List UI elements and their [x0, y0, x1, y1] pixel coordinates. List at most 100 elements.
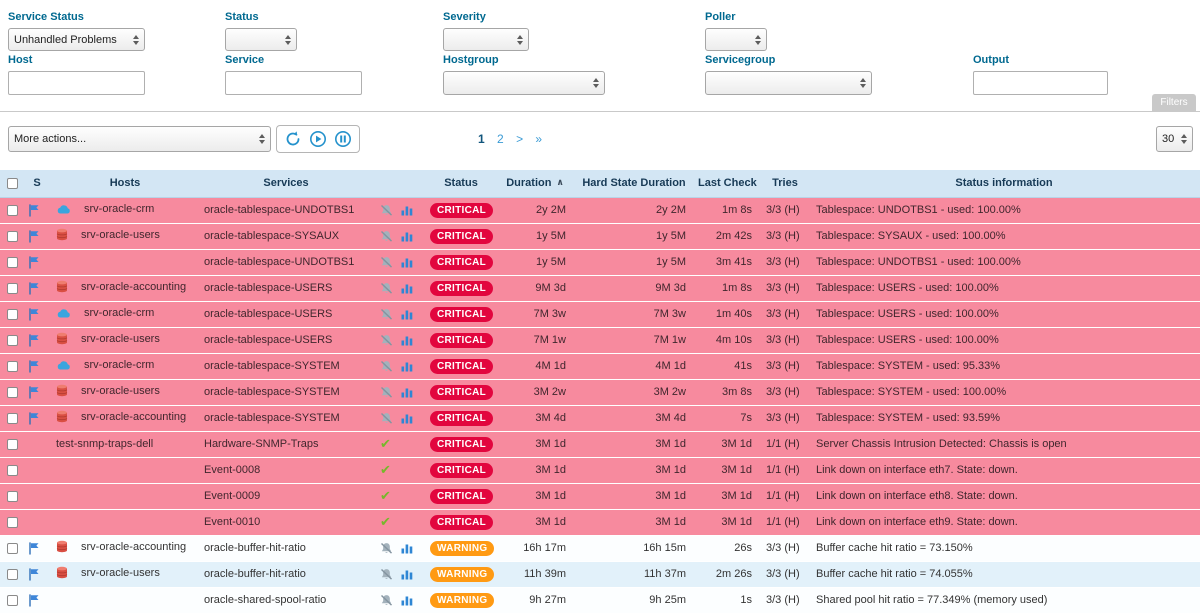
status-select[interactable] [225, 28, 297, 51]
host-link[interactable]: srv-oracle-users [81, 333, 160, 345]
chart-icon [401, 230, 413, 242]
select-all-checkbox[interactable] [7, 178, 18, 189]
poller-select[interactable] [705, 28, 767, 51]
row-checkbox[interactable] [7, 231, 18, 242]
service-link[interactable]: oracle-tablespace-USERS [204, 282, 332, 294]
filters-button[interactable]: Filters [1152, 94, 1196, 111]
host-link[interactable]: srv-oracle-accounting [81, 281, 186, 293]
host-link[interactable]: srv-oracle-crm [84, 203, 154, 215]
service-link[interactable]: oracle-tablespace-UNDOTBS1 [204, 204, 354, 216]
pagination-next[interactable]: > [516, 132, 523, 146]
last-check-cell: 41s [694, 353, 760, 379]
row-checkbox[interactable] [7, 543, 18, 554]
host-link[interactable]: srv-oracle-users [81, 385, 160, 397]
pause-icon[interactable] [334, 130, 352, 148]
row-checkbox[interactable] [7, 283, 18, 294]
table-row: srv-oracle-accounting oracle-buffer-hit-r… [0, 535, 1200, 561]
service-link[interactable]: oracle-buffer-hit-ratio [204, 542, 306, 554]
service-link[interactable]: Event-0008 [204, 464, 260, 476]
page-size-select[interactable]: 30 [1156, 126, 1193, 152]
cloud-icon [56, 360, 71, 370]
col-s[interactable]: S [24, 170, 50, 197]
service-link[interactable]: oracle-tablespace-SYSTEM [204, 412, 340, 424]
service-link[interactable]: oracle-buffer-hit-ratio [204, 568, 306, 580]
service-link[interactable]: oracle-tablespace-USERS [204, 308, 332, 320]
row-checkbox[interactable] [7, 491, 18, 502]
duration-cell: 1y 5M [496, 223, 574, 249]
pagination-page-1[interactable]: 1 [478, 132, 485, 146]
col-status[interactable]: Status [426, 170, 496, 197]
flag-icon [28, 412, 40, 425]
more-actions-select[interactable]: More actions... [8, 126, 271, 152]
service-status-label: Service Status [8, 11, 84, 23]
chart-icon [401, 594, 413, 606]
host-input[interactable] [8, 71, 145, 95]
hard-state-duration-cell: 3M 1d [574, 483, 694, 509]
bell-muted-icon [380, 542, 393, 555]
status-badge: CRITICAL [430, 515, 493, 530]
row-checkbox[interactable] [7, 257, 18, 268]
row-checkbox[interactable] [7, 517, 18, 528]
hard-state-duration-cell: 7M 3w [574, 301, 694, 327]
duration-cell: 7M 3w [496, 301, 574, 327]
row-checkbox[interactable] [7, 439, 18, 450]
host-link[interactable]: srv-oracle-users [81, 229, 160, 241]
col-services[interactable]: Services [200, 170, 372, 197]
service-link[interactable]: oracle-tablespace-SYSTEM [204, 360, 340, 372]
row-checkbox[interactable] [7, 335, 18, 346]
service-link[interactable]: Event-0010 [204, 516, 260, 528]
chart-icon [401, 568, 413, 580]
service-link[interactable]: oracle-tablespace-SYSTEM [204, 386, 340, 398]
last-check-cell: 1m 40s [694, 301, 760, 327]
host-link[interactable]: test-snmp-traps-dell [56, 438, 153, 450]
pagination-page-2[interactable]: 2 [497, 132, 504, 146]
col-last-check[interactable]: Last Check [694, 170, 760, 197]
chart-icon [401, 282, 413, 294]
tries-cell: 1/1 (H) [760, 457, 808, 483]
service-link[interactable]: oracle-tablespace-USERS [204, 334, 332, 346]
row-checkbox[interactable] [7, 595, 18, 606]
refresh-icon[interactable] [284, 130, 302, 148]
host-label: Host [8, 54, 32, 66]
service-link[interactable]: Hardware-SNMP-Traps [204, 438, 319, 450]
row-checkbox[interactable] [7, 465, 18, 476]
host-link[interactable]: srv-oracle-accounting [81, 541, 186, 553]
host-link[interactable]: srv-oracle-users [81, 567, 160, 579]
host-link[interactable]: srv-oracle-accounting [81, 411, 186, 423]
duration-cell: 3M 1d [496, 483, 574, 509]
host-link[interactable]: srv-oracle-crm [84, 307, 154, 319]
row-checkbox[interactable] [7, 361, 18, 372]
col-status-information[interactable]: Status information [808, 170, 1200, 197]
row-checkbox[interactable] [7, 205, 18, 216]
output-input[interactable] [973, 71, 1108, 95]
service-link[interactable]: oracle-shared-spool-ratio [204, 594, 326, 606]
service-link[interactable]: oracle-tablespace-UNDOTBS1 [204, 256, 354, 268]
service-link[interactable]: oracle-tablespace-SYSAUX [204, 230, 339, 242]
more-actions-value: More actions... [14, 133, 86, 145]
row-checkbox[interactable] [7, 309, 18, 320]
pagination-last[interactable]: » [535, 132, 542, 146]
col-hosts[interactable]: Hosts [50, 170, 200, 197]
table-row: Event-0008✔CRITICAL3M 1d3M 1d3M 1d1/1 (H… [0, 457, 1200, 483]
col-hard-state-duration[interactable]: Hard State Duration [574, 170, 694, 197]
status-information-cell: Link down on interface eth8. State: down… [808, 483, 1200, 509]
row-checkbox[interactable] [7, 569, 18, 580]
chart-icon [401, 542, 413, 554]
severity-select[interactable] [443, 28, 529, 51]
tries-cell: 3/3 (H) [760, 587, 808, 613]
col-tries[interactable]: Tries [760, 170, 808, 197]
col-duration[interactable]: Duration∧ [496, 170, 574, 197]
play-icon[interactable] [309, 130, 327, 148]
status-information-cell: Tablespace: UNDOTBS1 - used: 100.00% [808, 197, 1200, 223]
hostgroup-select[interactable] [443, 71, 605, 95]
host-link[interactable]: srv-oracle-crm [84, 359, 154, 371]
tries-cell: 3/3 (H) [760, 535, 808, 561]
row-checkbox[interactable] [7, 387, 18, 398]
service-status-select[interactable]: Unhandled Problems [8, 28, 145, 51]
servicegroup-select[interactable] [705, 71, 872, 95]
service-link[interactable]: Event-0009 [204, 490, 260, 502]
row-checkbox[interactable] [7, 413, 18, 424]
chart-icon [401, 204, 413, 216]
table-row: srv-oracle-users oracle-tablespace-SYSTEM… [0, 379, 1200, 405]
service-input[interactable] [225, 71, 362, 95]
